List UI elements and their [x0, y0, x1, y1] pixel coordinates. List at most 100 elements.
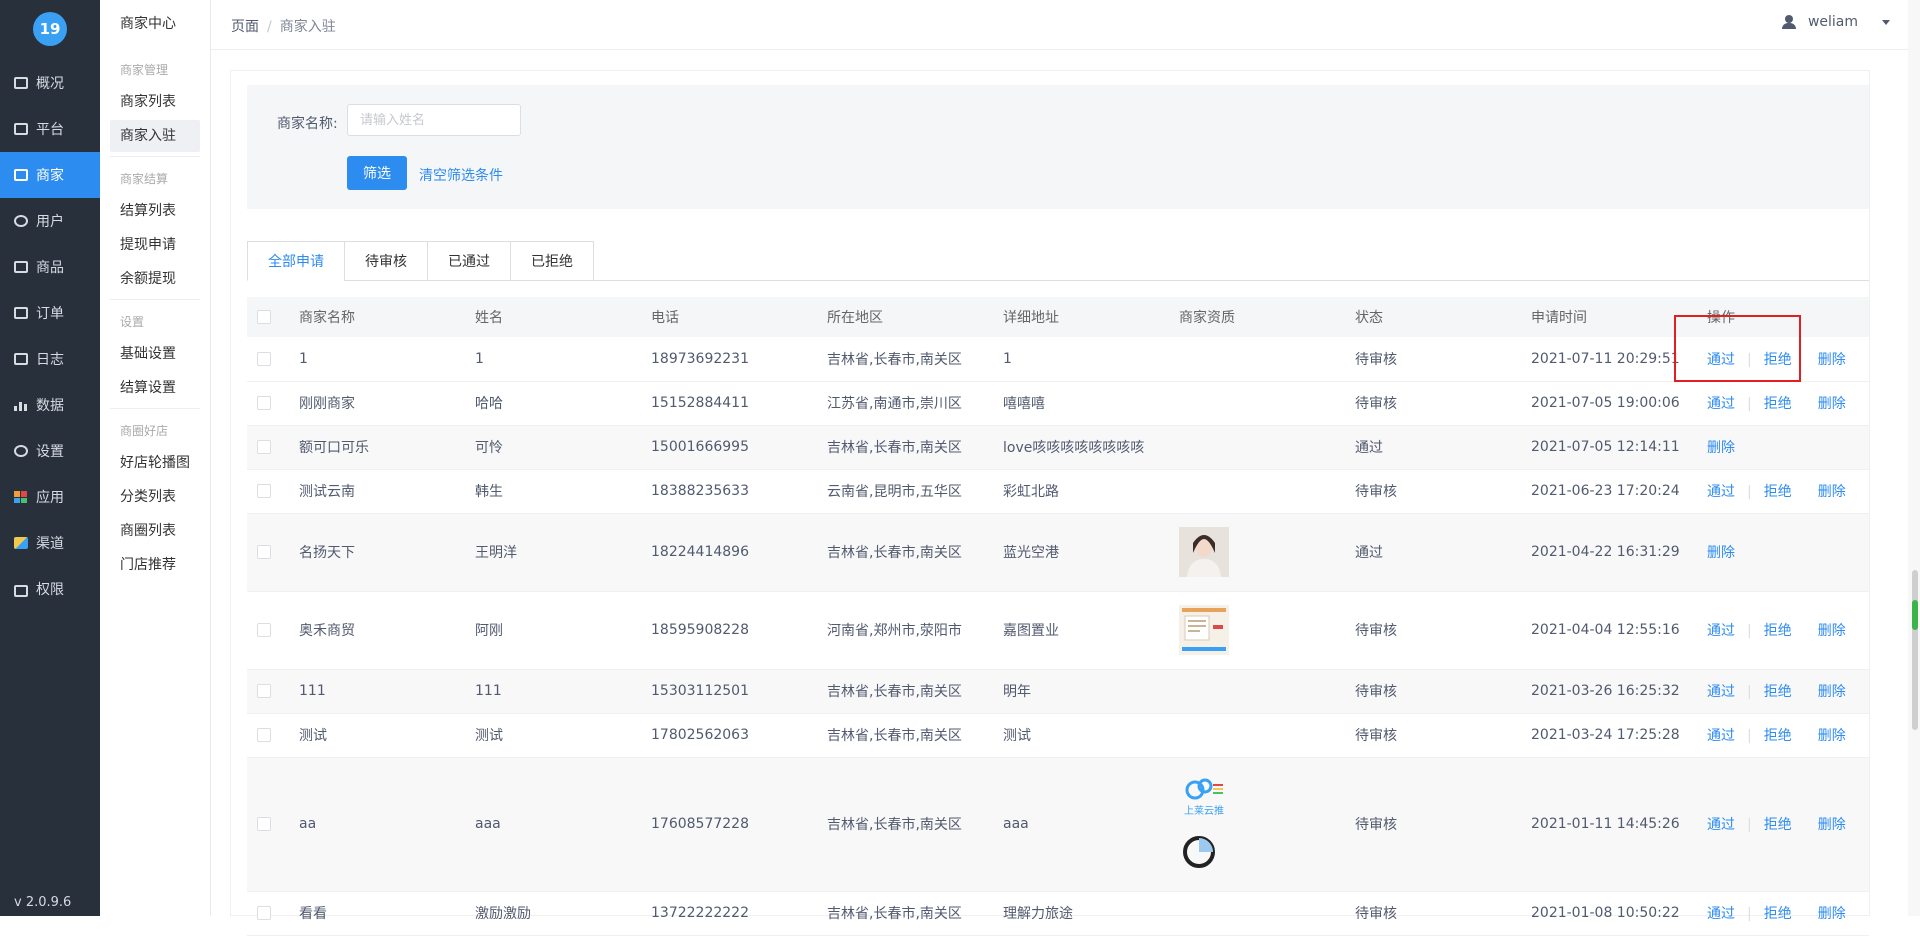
column-header: 电话: [643, 297, 819, 337]
row-checkbox[interactable]: [257, 484, 271, 498]
sub-menu-divider: [110, 408, 200, 409]
nav-item-label: 权限: [36, 582, 64, 598]
apply-time-cell: 2021-03-24 17:25:28: [1523, 713, 1699, 758]
sub-menu-link[interactable]: 余额提现: [110, 263, 200, 295]
tab-3[interactable]: 已拒绝: [510, 241, 594, 281]
row-checkbox[interactable]: [257, 351, 271, 366]
reject-link[interactable]: 拒绝: [1764, 396, 1792, 412]
nav-item-3[interactable]: 用户: [0, 198, 100, 244]
sub-menu-link[interactable]: 商圈列表: [110, 515, 200, 547]
row-checkbox[interactable]: [257, 396, 271, 410]
qualification-logo[interactable]: 上莱云推: [1179, 776, 1229, 822]
address-cell: 明年: [995, 669, 1171, 714]
reject-link[interactable]: 拒绝: [1764, 728, 1792, 744]
nav-item-1[interactable]: 平台: [0, 106, 100, 152]
sub-menu-link[interactable]: 基础设置: [110, 338, 200, 370]
qualification-image[interactable]: [1179, 832, 1229, 872]
nav-item-6[interactable]: 日志: [0, 336, 100, 382]
select-all-checkbox[interactable]: [257, 310, 271, 324]
status-cell: 待审核: [1347, 757, 1523, 892]
reject-link[interactable]: 拒绝: [1764, 623, 1792, 639]
delete-link[interactable]: 删除: [1818, 623, 1846, 639]
row-checkbox[interactable]: [257, 440, 271, 454]
tab-0[interactable]: 全部申请: [247, 241, 344, 281]
nav-item-5[interactable]: 订单: [0, 290, 100, 336]
delete-link[interactable]: 删除: [1818, 484, 1846, 500]
breadcrumb-root[interactable]: 页面: [231, 19, 259, 35]
sub-menu-link[interactable]: 结算设置: [110, 372, 200, 404]
sub-menu-link[interactable]: 提现申请: [110, 229, 200, 261]
merchant-name-cell: 看看: [291, 891, 467, 936]
reject-link[interactable]: 拒绝: [1764, 817, 1792, 833]
phone-cell: 18595908228: [643, 591, 819, 670]
delete-link[interactable]: 删除: [1818, 817, 1846, 833]
row-checkbox[interactable]: [257, 817, 271, 831]
delete-link[interactable]: 删除: [1818, 396, 1846, 412]
sub-menu-link[interactable]: 结算列表: [110, 195, 200, 227]
filter-button[interactable]: 筛选: [347, 156, 407, 190]
approve-link[interactable]: 通过: [1707, 396, 1735, 412]
qualification-cell: [1171, 713, 1347, 758]
approve-link[interactable]: 通过: [1707, 352, 1735, 368]
clear-filter-link[interactable]: 清空筛选条件: [419, 165, 503, 185]
column-header: 所在地区: [819, 297, 995, 337]
cube-icon: [14, 537, 28, 549]
page-scrollbar[interactable]: [1908, 0, 1920, 916]
approve-link[interactable]: 通过: [1707, 906, 1735, 922]
delete-link[interactable]: 删除: [1818, 906, 1846, 922]
delete-link[interactable]: 删除: [1707, 545, 1735, 561]
nav-item-4[interactable]: 商品: [0, 244, 100, 290]
app-logo[interactable]: 19: [33, 12, 67, 46]
nav-item-10[interactable]: 渠道: [0, 520, 100, 566]
table-row: 刚刚商家 哈哈 15152884411 江苏省,南通市,崇川区 嘻嘻嘻 待审核 2021-0…: [247, 381, 1869, 426]
tab-2[interactable]: 已通过: [427, 241, 510, 281]
nav-item-2[interactable]: 商家: [0, 152, 100, 198]
merchant-name-input[interactable]: [347, 104, 521, 136]
sub-menu-link[interactable]: 门店推荐: [110, 549, 200, 581]
row-checkbox[interactable]: [257, 545, 271, 559]
nav-item-0[interactable]: 概况: [0, 60, 100, 106]
nav-item-8[interactable]: 设置: [0, 428, 100, 474]
apply-time-cell: 2021-07-05 12:14:11: [1523, 425, 1699, 470]
contact-name-cell: 测试: [467, 713, 643, 758]
caret-down-icon[interactable]: [1882, 19, 1890, 25]
approve-link[interactable]: 通过: [1707, 484, 1735, 500]
qualification-image[interactable]: [1179, 605, 1229, 655]
delete-link[interactable]: 删除: [1818, 684, 1846, 700]
sub-menu-title: 商家中心: [120, 16, 176, 32]
address-cell: aaa: [995, 757, 1171, 892]
phone-cell: 15001666995: [643, 425, 819, 470]
approve-link[interactable]: 通过: [1707, 728, 1735, 744]
nav-item-7[interactable]: 数据: [0, 382, 100, 428]
qualification-image[interactable]: [1179, 527, 1229, 577]
approve-link[interactable]: 通过: [1707, 623, 1735, 639]
reject-link[interactable]: 拒绝: [1764, 906, 1792, 922]
row-checkbox[interactable]: [257, 684, 271, 698]
row-checkbox[interactable]: [257, 906, 271, 920]
approve-link[interactable]: 通过: [1707, 684, 1735, 700]
reject-link[interactable]: 拒绝: [1764, 484, 1792, 500]
sub-menu-link[interactable]: 好店轮播图: [110, 447, 200, 479]
reject-link[interactable]: 拒绝: [1764, 352, 1792, 368]
status-cell: 通过: [1347, 513, 1523, 592]
merchant-name-cell: aa: [291, 757, 467, 892]
user-menu[interactable]: weliam: [1781, 14, 1890, 30]
nav-item-9[interactable]: 应用: [0, 474, 100, 520]
reject-link[interactable]: 拒绝: [1764, 684, 1792, 700]
checkbox-cell: [247, 513, 291, 592]
row-checkbox[interactable]: [257, 623, 271, 637]
sub-menu-link[interactable]: 商家入驻: [110, 120, 200, 152]
delete-link[interactable]: 删除: [1818, 352, 1846, 368]
sub-menu-link[interactable]: 商家列表: [110, 86, 200, 118]
tab-1[interactable]: 待审核: [344, 241, 427, 281]
column-header: 商家名称: [291, 297, 467, 337]
nav-item-11[interactable]: 权限: [0, 566, 100, 612]
approve-link[interactable]: 通过: [1707, 817, 1735, 833]
table-row: aa aaa 17608577228 吉林省,长春市,南关区 aaa 上莱云推 待审核 202…: [247, 757, 1869, 892]
delete-link[interactable]: 删除: [1818, 728, 1846, 744]
row-checkbox[interactable]: [257, 728, 271, 742]
scrollbar-thumb[interactable]: [1912, 570, 1918, 730]
action-separator: |: [1747, 684, 1752, 700]
sub-menu-link[interactable]: 分类列表: [110, 481, 200, 513]
delete-link[interactable]: 删除: [1707, 440, 1735, 456]
